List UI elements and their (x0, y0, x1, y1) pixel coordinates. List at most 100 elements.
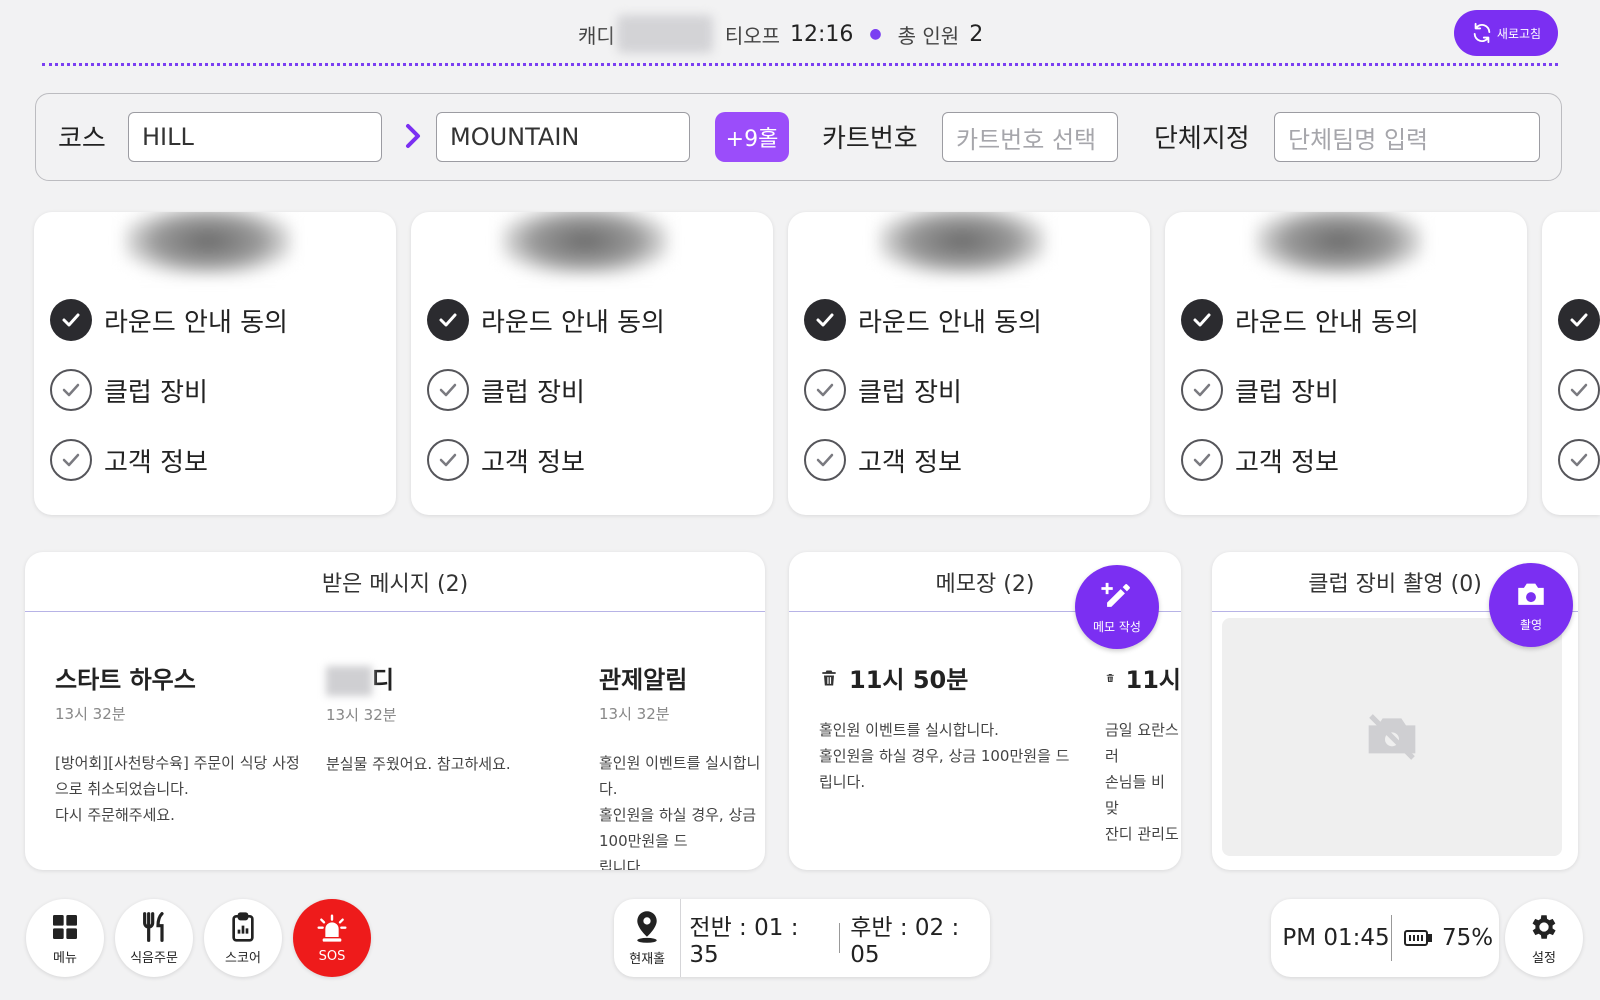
check-item[interactable]: 클럽 장비 (804, 369, 962, 411)
separator-dot: ● (869, 26, 882, 42)
current-hole-label: 현재홀 (629, 951, 666, 967)
memo-item[interactable]: 11시 금일 요란스러 손님들 비 맞 잔디 관리도 (1105, 660, 1181, 847)
check-outline-icon (427, 439, 469, 481)
take-photo-label: 촬영 (1519, 617, 1543, 632)
chevron-right-icon (406, 124, 420, 148)
message-body: 분실물 주웠어요. 참고하세요. (326, 755, 511, 773)
check-item[interactable]: 클럽 장비 (50, 369, 208, 411)
trash-icon[interactable] (819, 668, 839, 688)
score-button[interactable]: 스코어 (204, 899, 282, 977)
check-outline-icon (804, 369, 846, 411)
siren-icon (317, 913, 347, 942)
score-label: 스코어 (225, 950, 261, 966)
player-card[interactable]: 라운드 안내 동의 클럽 장비 고객 정보 (788, 212, 1150, 515)
message-item[interactable]: 관제알림 13시 32분 홀인원 이벤트를 실시합니다. 홀인원을 하실 경우,… (599, 660, 765, 870)
check-item[interactable]: 라운드 안내 동의 (50, 299, 288, 341)
check-item[interactable]: 고객 정보 (804, 439, 962, 481)
check-item[interactable]: 라운드 안내 동의 (427, 299, 665, 341)
second-half-time: 후반 : 02 : 05 (850, 915, 960, 968)
check-outline-icon (1181, 369, 1223, 411)
group-name-input[interactable]: 단체팀명 입력 (1274, 112, 1540, 162)
check-item[interactable]: 클럽 장비 (1181, 369, 1339, 411)
check-item[interactable]: 라운드 안내 동의 (1181, 299, 1419, 341)
total-label: 총 인원 (897, 23, 960, 48)
check-label: 라운드 안내 동의 (481, 307, 665, 338)
take-photo-button[interactable]: 촬영 (1489, 563, 1573, 647)
check-label: 고객 정보 (1235, 447, 1339, 478)
check-item[interactable]: 고객 정보 (427, 439, 585, 481)
photo-placeholder (1222, 618, 1562, 856)
check-label: 고객 정보 (104, 447, 208, 478)
first-half-time: 전반 : 01 : 35 (689, 915, 799, 968)
check-label: 라운드 안내 동의 (1235, 307, 1419, 338)
check-label: 클럽 장비 (1235, 377, 1339, 408)
edit-pen-icon (1101, 582, 1130, 607)
sender-name-blurred (326, 666, 372, 696)
refresh-button[interactable]: 새로고침 (1454, 10, 1558, 56)
messages-title: 받은 메시지 (2) (25, 552, 765, 612)
cart-select[interactable]: 카트번호 선택 (942, 112, 1118, 162)
course-label: 코스 (58, 124, 106, 154)
check-item[interactable]: 라운드 안내 동의 (804, 299, 1042, 341)
grid-icon (53, 914, 77, 939)
message-time: 13시 32분 (326, 706, 397, 724)
message-item[interactable]: 스타트 하우스 13시 32분 [방어회][사천탕수육] 주문이 식당 사정 으… (55, 660, 315, 828)
menu-button[interactable]: 메뉴 (26, 899, 104, 977)
round-info: 캐디 티오프 12:16 ● 총 인원 2 (578, 15, 984, 53)
player-name-blurred (878, 212, 1046, 276)
check-filled-icon (1558, 299, 1600, 341)
check-filled-icon (50, 299, 92, 341)
clipboard-icon (232, 911, 254, 942)
memo-item[interactable]: 11시 50분 홀인원 이벤트를 실시합니다. 홀인원을 하실 경우, 상금 1… (819, 660, 1079, 795)
memo-time-row: 11시 50분 (819, 660, 1079, 695)
player-card-partial[interactable] (1542, 212, 1600, 515)
message-sender: 디 (372, 666, 395, 694)
cart-label: 카트번호 (822, 124, 918, 154)
player-name-blurred (501, 212, 669, 276)
check-label: 고객 정보 (858, 447, 962, 478)
food-order-button[interactable]: 식음주문 (115, 899, 193, 977)
course-from-field[interactable]: HILL (128, 112, 382, 162)
check-item[interactable] (1558, 369, 1600, 411)
write-memo-button[interactable]: 메모 작성 (1075, 565, 1159, 649)
check-item[interactable]: 고객 정보 (50, 439, 208, 481)
check-outline-icon (50, 369, 92, 411)
player-card[interactable]: 라운드 안내 동의 클럽 장비 고객 정보 (34, 212, 396, 515)
check-filled-icon (1181, 299, 1223, 341)
message-body: [방어회][사천탕수육] 주문이 식당 사정 으로 취소되었습니다. 다시 주문… (55, 754, 300, 824)
check-item[interactable] (1558, 439, 1600, 481)
player-name-blurred (124, 212, 292, 276)
message-time: 13시 32분 (55, 705, 126, 723)
message-sender-row: 디 (326, 660, 586, 696)
current-hole-button[interactable]: 현재홀 (614, 899, 682, 977)
total-count: 2 (969, 21, 984, 47)
round-timer: 현재홀 전반 : 01 : 35 후반 : 02 : 05 (614, 899, 990, 977)
check-outline-icon (1558, 439, 1600, 481)
location-pin-icon (637, 910, 657, 943)
refresh-label: 새로고침 (1496, 26, 1542, 41)
check-item[interactable]: 클럽 장비 (427, 369, 585, 411)
device-status: PM 01:45 75% (1271, 899, 1499, 977)
food-order-label: 식음주문 (130, 950, 178, 966)
check-item[interactable] (1558, 299, 1600, 341)
tee-off-time: 12:16 (790, 21, 854, 47)
tee-off-label: 티오프 (724, 23, 781, 48)
timer-separator (839, 923, 841, 953)
memo-time: 11시 (1125, 666, 1181, 694)
check-label: 클럽 장비 (858, 377, 962, 408)
message-time: 13시 32분 (599, 705, 670, 723)
player-name-blurred (1255, 212, 1423, 276)
trash-icon[interactable] (1105, 668, 1116, 688)
message-item[interactable]: 디 13시 32분 분실물 주웠어요. 참고하세요. (326, 660, 586, 777)
message-sender: 스타트 하우스 (55, 666, 196, 694)
holes-badge[interactable]: +9홀 (715, 112, 789, 162)
player-card[interactable]: 라운드 안내 동의 클럽 장비 고객 정보 (1165, 212, 1527, 515)
messages-panel: 받은 메시지 (2) 스타트 하우스 13시 32분 [방어회][사천탕수육] … (25, 552, 765, 870)
course-to-field[interactable]: MOUNTAIN (436, 112, 690, 162)
player-card[interactable]: 라운드 안내 동의 클럽 장비 고객 정보 (411, 212, 773, 515)
settings-button[interactable]: 설정 (1505, 899, 1583, 977)
battery-status: 75% (1392, 925, 1493, 951)
check-item[interactable]: 고객 정보 (1181, 439, 1339, 481)
no-camera-icon (1368, 714, 1416, 760)
sos-button[interactable]: SOS (293, 899, 371, 977)
